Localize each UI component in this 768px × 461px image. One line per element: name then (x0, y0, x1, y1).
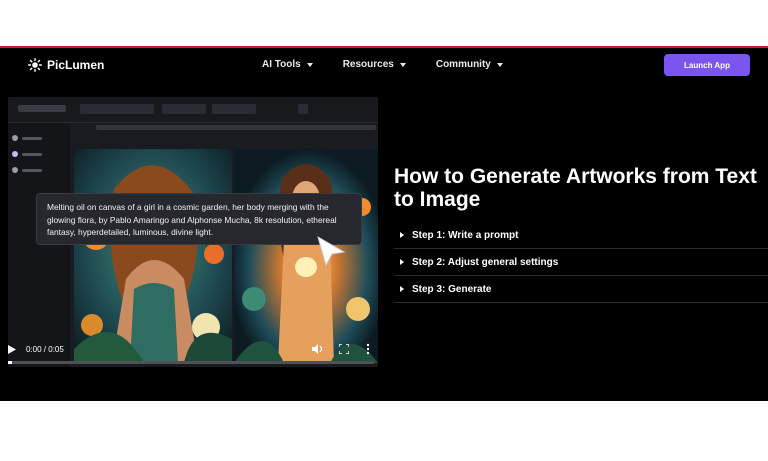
create-icon (12, 151, 18, 157)
video-sidebar-item (12, 165, 42, 175)
step-label: Step 3: Generate (412, 283, 492, 295)
more-options-icon[interactable] (366, 343, 370, 355)
explore-icon (12, 135, 18, 141)
community-icon (12, 167, 18, 173)
step-generate[interactable]: Step 3: Generate (394, 276, 768, 303)
chevron-down-icon (306, 62, 313, 67)
step-write-prompt[interactable]: Step 1: Write a prompt (394, 222, 768, 249)
video-time: 0:00 / 0:05 (26, 345, 64, 354)
video-model-select (80, 104, 154, 114)
video-sidebar-text (22, 168, 42, 172)
video-sidebar-text (22, 152, 42, 156)
brand-name: PicLumen (47, 58, 105, 72)
generated-artwork-1 (74, 149, 232, 363)
play-icon[interactable] (8, 345, 16, 354)
cursor-pointer-icon (317, 235, 346, 267)
tutorial-steps: Step 1: Write a prompt Step 2: Adjust ge… (394, 222, 768, 303)
nav-resources-label: Resources (342, 59, 394, 70)
chevron-down-icon (496, 62, 503, 67)
volume-icon[interactable] (312, 344, 323, 354)
brand-logo[interactable]: PicLumen (28, 58, 104, 72)
nav-links: AI Tools Resources Community (262, 59, 503, 70)
video-prompt-bar (96, 125, 376, 130)
video-progress-bar[interactable] (8, 361, 374, 364)
prompt-tooltip: Melting oil on canvas of a girl in a cos… (36, 193, 362, 245)
video-settings-icon (298, 104, 308, 114)
fullscreen-icon[interactable] (339, 344, 349, 354)
video-sidebar-text (22, 136, 42, 140)
expand-arrow-icon (400, 232, 404, 238)
launch-app-button[interactable]: Launch App (664, 54, 750, 76)
expand-arrow-icon (400, 286, 404, 292)
video-app-logo (18, 105, 66, 112)
step-adjust-settings[interactable]: Step 2: Adjust general settings (394, 249, 768, 276)
nav-community[interactable]: Community (436, 59, 503, 70)
video-app-sidebar (8, 123, 70, 367)
video-controls: 0:00 / 0:05 (8, 340, 378, 366)
nav-community-label: Community (435, 59, 491, 70)
generated-artwork-2 (234, 149, 378, 363)
video-sidebar-item (12, 133, 42, 143)
nav-ai-tools[interactable]: AI Tools (262, 59, 313, 70)
video-player[interactable]: Melting oil on canvas of a girl in a cos… (8, 97, 378, 367)
video-progress-fill (8, 361, 12, 364)
video-style-select (212, 104, 256, 114)
nav-resources[interactable]: Resources (343, 59, 406, 70)
video-ratio-select (162, 104, 206, 114)
video-sidebar-item (12, 149, 42, 159)
step-label: Step 2: Adjust general settings (412, 256, 559, 268)
step-label: Step 1: Write a prompt (412, 229, 519, 241)
nav-ai-tools-label: AI Tools (262, 59, 301, 70)
hero-section: PicLumen AI Tools Resources Community La… (0, 46, 768, 401)
tutorial-title: How to Generate Artworks from Text to Im… (394, 165, 757, 211)
top-navigation: PicLumen AI Tools Resources Community La… (0, 48, 768, 84)
chevron-down-icon (399, 62, 406, 67)
sun-logo-icon (28, 58, 42, 72)
video-app-toolbar (8, 97, 378, 123)
expand-arrow-icon (400, 259, 404, 265)
